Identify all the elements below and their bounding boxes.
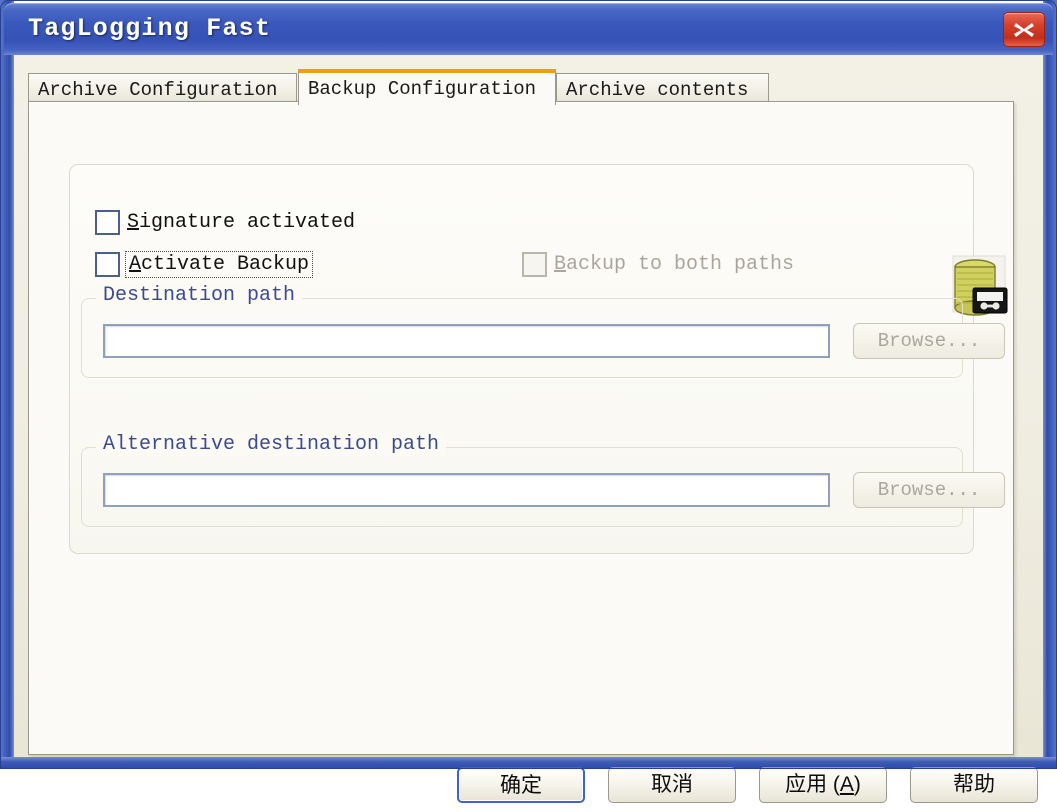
label-text: 应用 ( (785, 773, 840, 796)
cancel-button[interactable]: 取消 (608, 767, 736, 803)
dialog-window: TagLogging Fast Archive Configuration Ba… (0, 0, 1057, 803)
label-text: ) (853, 773, 861, 796)
accesskey-letter: A (839, 773, 854, 796)
tab-backup-configuration[interactable]: Backup Configuration (298, 69, 556, 105)
tab-label: Backup Configuration (308, 78, 537, 100)
window-outline (0, 0, 1057, 769)
ok-button[interactable]: 确定 (457, 767, 585, 803)
apply-button[interactable]: 应用 (A) (759, 767, 887, 803)
help-button[interactable]: 帮助 (910, 767, 1038, 803)
